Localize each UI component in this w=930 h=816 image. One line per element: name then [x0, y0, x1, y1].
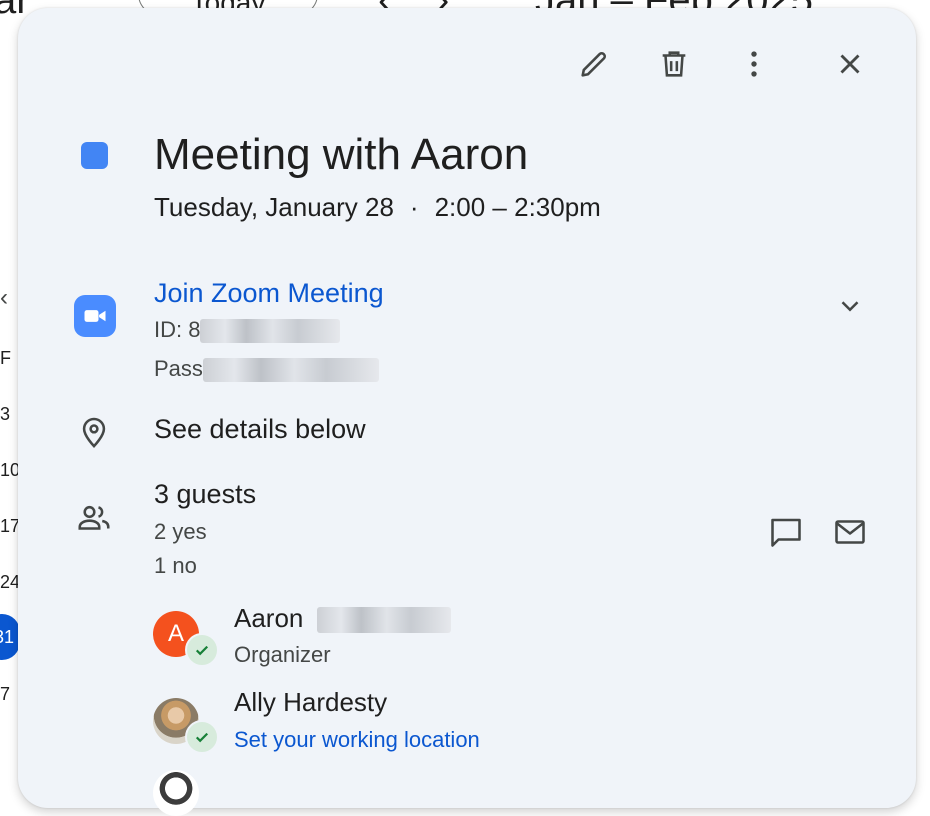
guest-name-ally[interactable]: Ally Hardesty — [234, 687, 387, 718]
close-icon — [840, 54, 860, 74]
guest-role: Organizer — [234, 642, 331, 667]
location-pin-icon — [74, 410, 114, 454]
email-guests-button[interactable] — [826, 508, 874, 556]
event-separator: · — [409, 192, 419, 222]
event-date: Tuesday, January 28 — [154, 192, 394, 222]
pencil-icon — [581, 52, 606, 77]
delete-button[interactable] — [652, 42, 696, 86]
meeting-id-label: ID: 8 — [154, 317, 201, 342]
guest-avatar-ally — [153, 698, 219, 754]
event-title: Meeting with Aaron — [154, 130, 529, 179]
guest-no-count: 1 no — [154, 553, 197, 578]
guest-count: 3 guests — [154, 479, 257, 509]
more-options-button[interactable] — [732, 42, 776, 86]
event-details-popup: Meeting with Aaron Tuesday, January 28 · 2… — [18, 8, 916, 816]
guests-icon — [72, 498, 116, 538]
redacted-meeting-id — [200, 319, 341, 344]
guest-avatar-aaron: A — [153, 611, 219, 667]
event-time: 2:00 – 2:30pm — [434, 192, 601, 222]
guest-name-aaron[interactable]: Aaron — [234, 603, 451, 634]
chat-guests-button[interactable] — [762, 508, 810, 556]
meeting-passcode-label: Pass — [154, 356, 203, 381]
close-button[interactable] — [828, 42, 872, 86]
expand-conference-button[interactable] — [828, 284, 872, 328]
mail-icon — [835, 520, 865, 544]
rsvp-yes-check-icon — [185, 720, 219, 754]
event-datetime: Tuesday, January 28 · 2:00 – 2:30pm — [154, 192, 601, 223]
mini-calendar-prev-icon[interactable]: ‹ — [0, 284, 8, 312]
avatar-photo — [153, 770, 199, 816]
rsvp-yes-check-icon — [185, 633, 219, 667]
redacted-last-name — [316, 607, 451, 634]
meeting-passcode: Pass — [154, 356, 379, 383]
chat-icon — [771, 518, 801, 547]
set-working-location-link[interactable]: Set your working location — [234, 727, 480, 753]
guest-avatar-third — [153, 770, 199, 816]
meeting-id: ID: 8 — [154, 317, 341, 344]
chevron-down-icon — [841, 301, 859, 312]
mini-calendar-date-selected[interactable]: 31 — [0, 614, 20, 660]
more-vert-icon — [751, 51, 757, 77]
guest-name-text: Aaron — [234, 603, 304, 633]
edit-button[interactable] — [572, 42, 616, 86]
trash-icon — [662, 51, 686, 77]
join-zoom-link[interactable]: Join Zoom Meeting — [154, 278, 384, 309]
zoom-video-icon — [74, 295, 116, 337]
event-color-indicator — [81, 142, 108, 169]
guest-yes-count: 2 yes — [154, 519, 207, 544]
event-location: See details below — [154, 414, 366, 444]
redacted-passcode — [202, 358, 379, 383]
